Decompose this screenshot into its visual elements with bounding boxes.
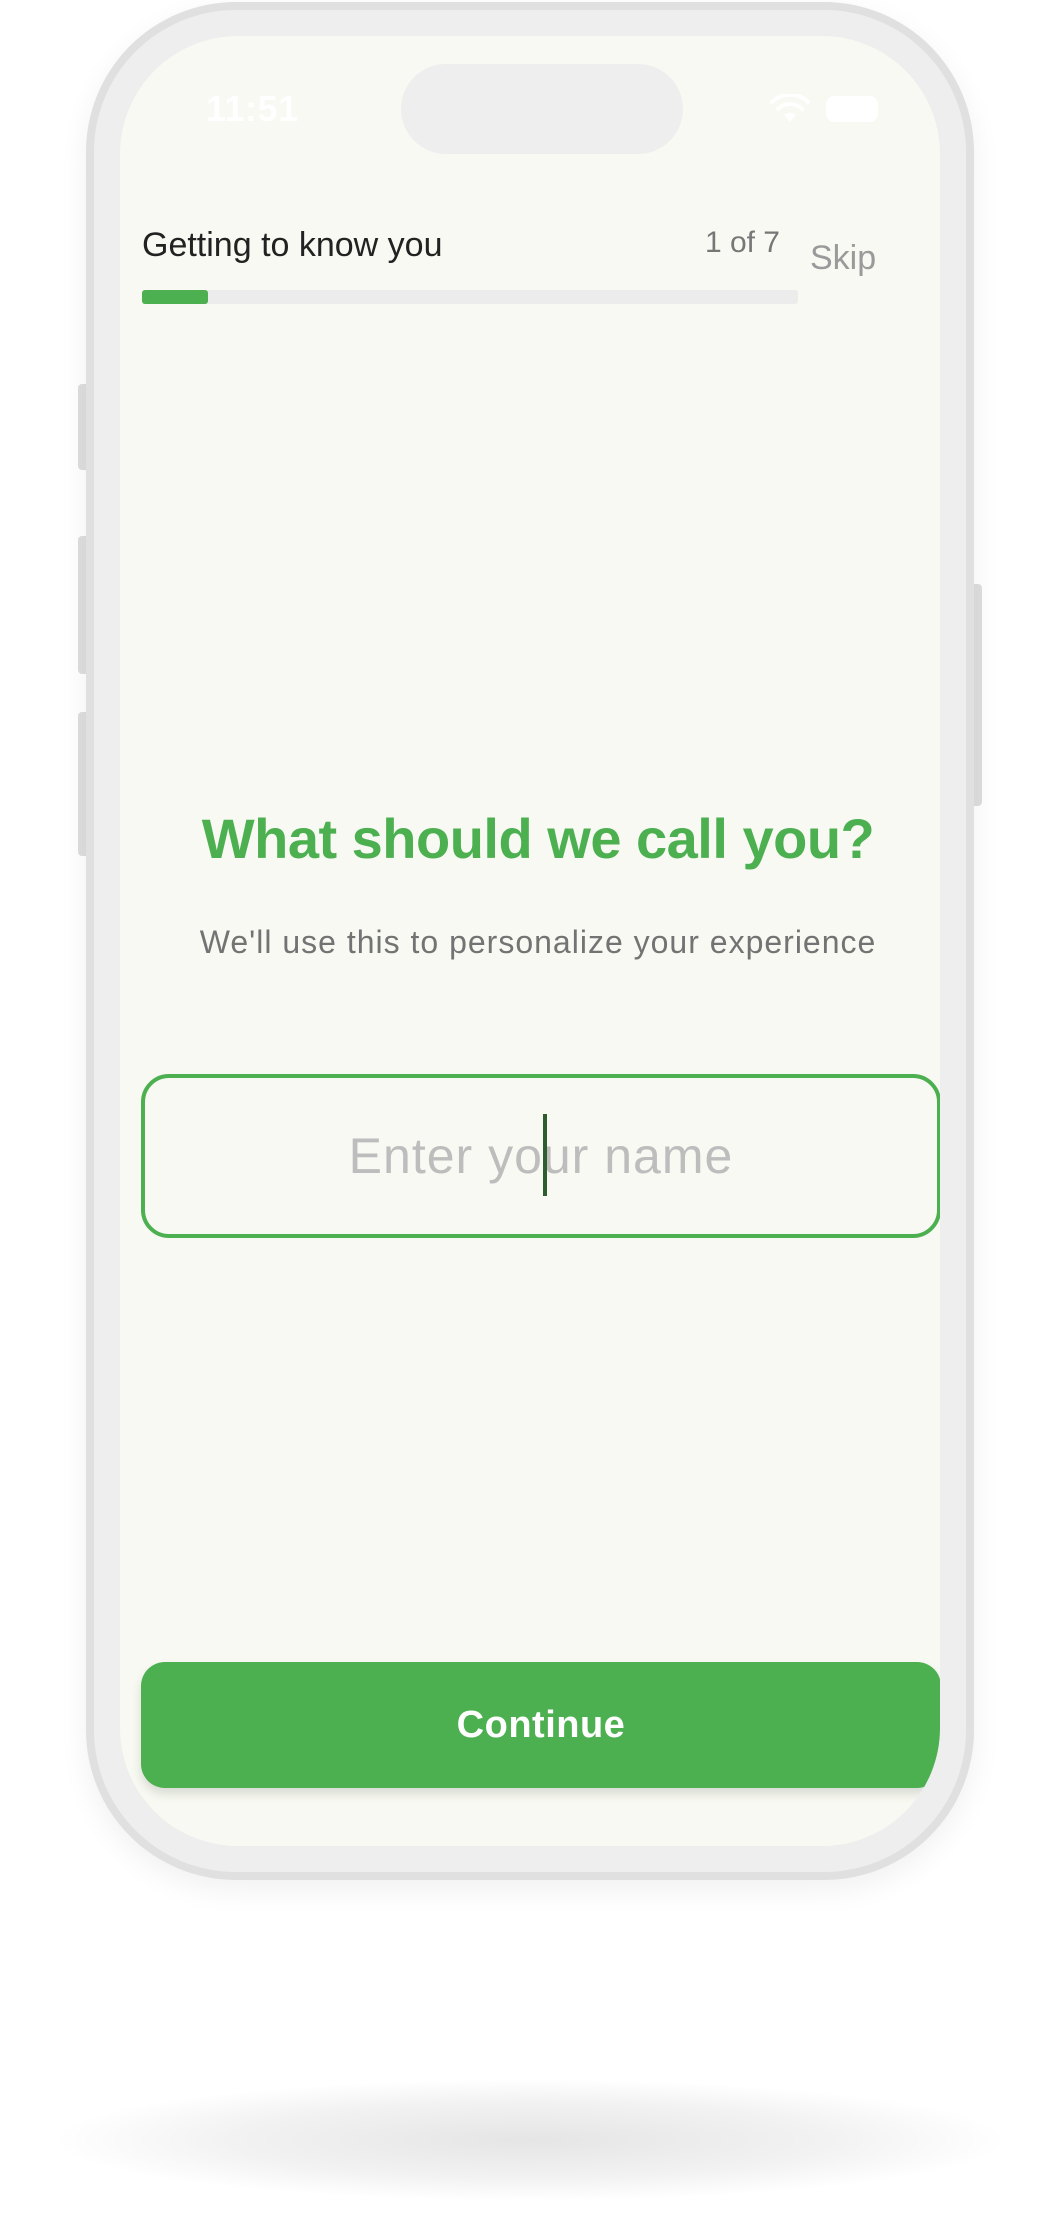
name-field[interactable] [141,1074,940,1238]
name-input[interactable] [145,1078,937,1234]
app-screen: 11:51 Getting to know you 1 of 7 Skip Wh… [120,36,940,1846]
question-heading: What should we call you? [201,807,875,870]
skip-button[interactable]: Skip [810,239,876,278]
device-floor-shadow [60,2080,1000,2200]
dynamic-island [401,64,683,154]
status-icons [770,94,878,124]
step-counter: 1 of 7 [704,226,780,259]
progress-fill [142,290,208,304]
wifi-icon [770,94,810,122]
device-stage: 11:51 Getting to know you 1 of 7 Skip Wh… [0,0,1059,2233]
phone-bezel: 11:51 Getting to know you 1 of 7 Skip Wh… [94,10,966,1872]
status-time: 11:51 [206,88,299,129]
text-caret [543,1114,547,1196]
continue-button[interactable]: Continue [141,1662,940,1788]
onboarding-header-title: Getting to know you [142,226,443,264]
question-subtitle: We'll use this to personalize your exper… [199,924,877,960]
phone-frame: 11:51 Getting to know you 1 of 7 Skip Wh… [86,2,974,1880]
onboarding-progress-bar [142,290,798,304]
battery-icon [826,96,878,122]
